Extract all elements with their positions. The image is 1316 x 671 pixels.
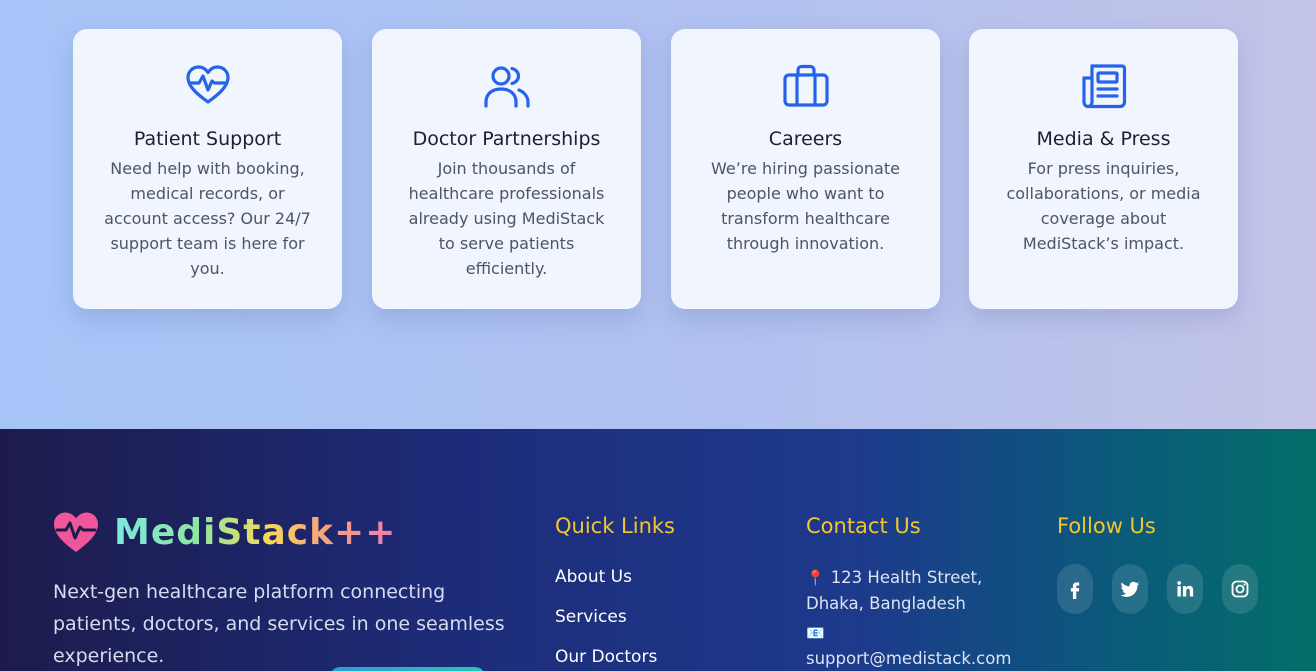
newspaper-icon bbox=[969, 62, 1238, 110]
email-text[interactable]: support@medistack.com bbox=[806, 649, 1011, 668]
email-icon: 📧 bbox=[806, 624, 825, 642]
footer-tagline: Next-gen healthcare platform connecting … bbox=[53, 581, 505, 667]
cta-button[interactable] bbox=[330, 667, 485, 671]
link-services[interactable]: Services bbox=[555, 607, 627, 627]
card-title: Doctor Partnerships bbox=[412, 128, 601, 150]
linkedin-icon bbox=[1177, 581, 1194, 597]
users-icon bbox=[372, 62, 641, 110]
contact-title: Contact Us bbox=[806, 514, 921, 538]
facebook-button[interactable] bbox=[1057, 564, 1093, 614]
card-description: Need help with booking, medical records,… bbox=[104, 159, 311, 278]
card-title: Patient Support bbox=[133, 128, 282, 150]
link-our-doctors[interactable]: Our Doctors bbox=[555, 647, 657, 667]
instagram-icon bbox=[1231, 580, 1249, 598]
contact-email[interactable]: 📧 support@medistack.com bbox=[806, 620, 1036, 671]
card-title: Careers bbox=[768, 128, 843, 150]
instagram-button[interactable] bbox=[1222, 564, 1258, 614]
facebook-icon bbox=[1070, 582, 1080, 599]
card-description: Join thousands of healthcare professiona… bbox=[408, 159, 605, 278]
card-description: For press inquiries, collaborations, or … bbox=[1006, 159, 1201, 253]
heart-pulse-icon bbox=[73, 62, 342, 110]
twitter-icon bbox=[1120, 581, 1140, 597]
address-text: 123 Health Street, Dhaka, Bangladesh bbox=[806, 568, 983, 613]
card-media-press: Media & Press For press inquiries, colla… bbox=[969, 29, 1238, 309]
pin-icon: 📍 bbox=[806, 569, 825, 587]
follow-title: Follow Us bbox=[1057, 514, 1156, 538]
linkedin-button[interactable] bbox=[1167, 564, 1203, 614]
heart-pulse-logo-icon bbox=[54, 512, 98, 552]
card-description: We’re hiring passionate people who want … bbox=[711, 159, 900, 253]
quick-links-title: Quick Links bbox=[555, 514, 676, 538]
card-doctor-partnerships: Doctor Partnerships Join thousands of he… bbox=[372, 29, 641, 309]
footer-brand[interactable]: MediStack++ bbox=[53, 511, 396, 553]
card-title: Media & Press bbox=[1036, 128, 1171, 150]
support-section: Patient Support Need help with booking, … bbox=[0, 0, 1316, 429]
card-careers: Careers We’re hiring passionate people w… bbox=[671, 29, 940, 309]
site-footer: MediStack++ Next-gen healthcare platform… bbox=[0, 429, 1316, 671]
link-about-us[interactable]: About Us bbox=[555, 567, 632, 587]
brand-name: MediStack++ bbox=[114, 511, 397, 553]
twitter-button[interactable] bbox=[1112, 564, 1148, 614]
contact-address: 📍 123 Health Street, Dhaka, Bangladesh bbox=[806, 565, 1036, 616]
briefcase-icon bbox=[671, 62, 940, 110]
card-patient-support: Patient Support Need help with booking, … bbox=[73, 29, 342, 309]
